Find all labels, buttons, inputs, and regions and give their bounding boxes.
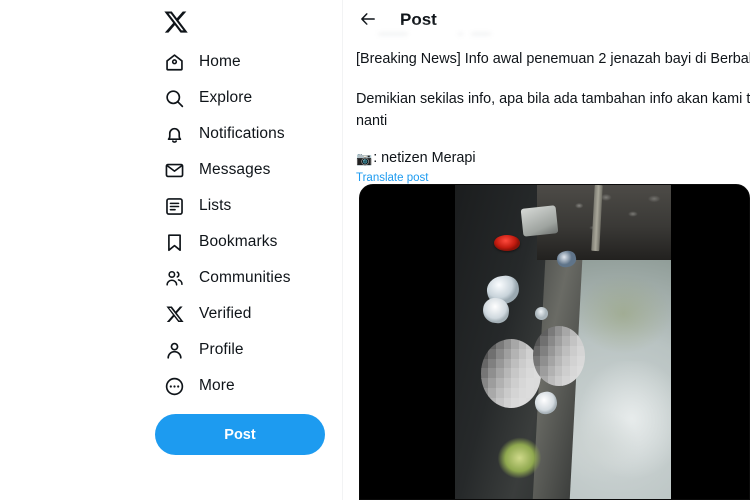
x-post-page: Home Explore Notifications Messages List… — [0, 0, 750, 500]
sidebar-item-more[interactable]: More — [155, 368, 342, 404]
post-text-line-1: [Breaking News] Info awal penemuan 2 jen… — [356, 51, 750, 67]
sidebar-content: Home Explore Notifications Messages List… — [155, 0, 342, 455]
post-text-line-3: nanti — [356, 113, 388, 129]
media-photo — [455, 185, 671, 499]
sidebar-item-label: Notifications — [199, 125, 285, 143]
bookmark-icon — [163, 231, 185, 253]
x-badge-icon — [163, 303, 185, 325]
sidebar-item-label: Messages — [199, 161, 271, 179]
post-media[interactable] — [359, 184, 750, 500]
sidebar-item-label: Profile — [199, 341, 244, 359]
media-censor-blur-2 — [532, 326, 585, 386]
sidebar-item-label: Explore — [199, 89, 253, 107]
sidebar-item-profile[interactable]: Profile — [155, 332, 342, 368]
people-icon — [163, 267, 185, 289]
more-circle-icon — [163, 375, 185, 397]
sidebar-item-notifications[interactable]: Notifications — [155, 116, 342, 152]
home-icon — [163, 51, 185, 73]
person-icon — [163, 339, 185, 361]
sidebar-item-bookmarks[interactable]: Bookmarks — [155, 224, 342, 260]
envelope-icon — [163, 159, 185, 181]
scroll-ghost-veil — [356, 22, 556, 44]
sidebar-item-home[interactable]: Home — [155, 44, 342, 80]
post-button[interactable]: Post — [155, 414, 325, 455]
x-logo-icon — [163, 9, 189, 35]
media-concrete-slab — [520, 205, 558, 237]
search-icon — [163, 87, 185, 109]
left-sidebar: Home Explore Notifications Messages List… — [0, 0, 342, 500]
media-frame — [455, 185, 671, 499]
sidebar-item-explore[interactable]: Explore — [155, 80, 342, 116]
sidebar-item-label: Bookmarks — [199, 233, 278, 251]
sidebar-item-label: More — [199, 377, 235, 395]
sidebar-item-label: Home — [199, 53, 241, 71]
post-text-line-2: Demikian sekilas info, apa bila ada tamb… — [356, 91, 750, 107]
primary-navigation: Home Explore Notifications Messages List… — [155, 44, 342, 404]
sidebar-item-label: Communities — [199, 269, 291, 287]
post-source-line: 📷 : netizen Merapi — [356, 148, 750, 168]
sidebar-item-label: Lists — [199, 197, 232, 215]
sidebar-item-lists[interactable]: Lists — [155, 188, 342, 224]
post-body: [Breaking News] Info awal penemuan 2 jen… — [343, 48, 750, 186]
sidebar-item-label: Verified — [199, 305, 252, 323]
brand-home-link[interactable] — [155, 0, 342, 44]
sidebar-item-communities[interactable]: Communities — [155, 260, 342, 296]
sidebar-item-verified[interactable]: Verified — [155, 296, 342, 332]
post-source-text: : netizen Merapi — [373, 150, 476, 166]
media-wall-texture — [558, 185, 671, 255]
media-red-object — [493, 235, 520, 251]
sidebar-item-messages[interactable]: Messages — [155, 152, 342, 188]
media-small-debris — [534, 307, 548, 320]
camera-icon: 📷 — [356, 150, 373, 166]
main-column: Post [Breaking News] Info awal penemuan … — [343, 0, 750, 500]
media-letterbox-left — [360, 185, 455, 499]
media-letterbox-right — [671, 185, 749, 499]
list-icon — [163, 195, 185, 217]
bell-icon — [163, 123, 185, 145]
